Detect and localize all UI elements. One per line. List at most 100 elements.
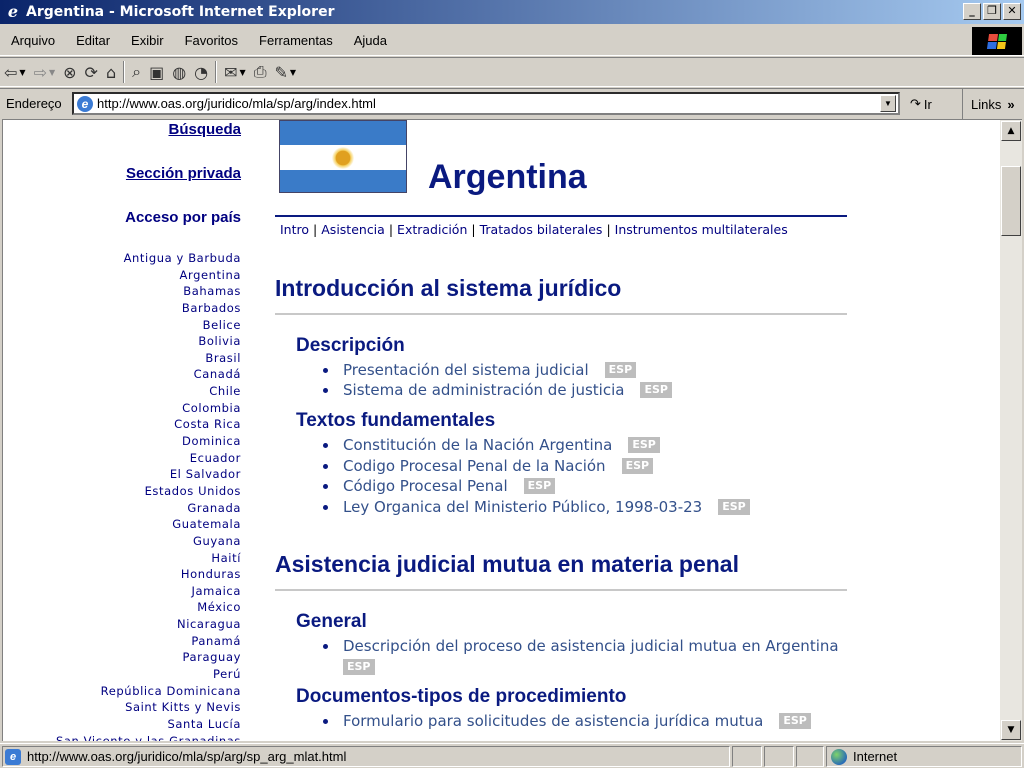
address-url[interactable]: http://www.oas.org/juridico/mla/sp/arg/i… [97,96,376,111]
forward-button[interactable]: ⇨ ▼ [30,60,60,84]
mail-button[interactable]: ✉ ▼ [220,60,250,84]
country-link[interactable]: Ecuador [56,450,241,467]
country-link[interactable]: Chile [56,383,241,400]
country-link[interactable]: Canadá [56,366,241,383]
zone-label: Internet [853,749,898,764]
country-link[interactable]: Guyana [56,533,241,550]
favorites-button[interactable]: ▣ [145,60,168,84]
esp-badge[interactable]: ESP [343,659,375,675]
stop-button[interactable]: ⊗ [59,60,80,84]
country-link[interactable]: Dominica [56,433,241,450]
country-link[interactable]: Belice [56,317,241,334]
go-button[interactable]: ↷ Ir [910,93,932,115]
menu-arquivo[interactable]: Arquivo [0,33,65,48]
esp-badge[interactable]: ESP [779,713,811,729]
print-button[interactable]: ⎙ [250,60,271,84]
minimize-button[interactable]: _ [963,3,981,20]
nav-intro[interactable]: Intro [280,222,309,237]
country-link[interactable]: Bahamas [56,283,241,300]
maximize-button[interactable]: ❐ [983,3,1001,20]
doc-link[interactable]: Descripción del proceso de asistencia ju… [343,637,839,655]
address-dropdown-button[interactable]: ▼ [880,95,896,112]
media-icon: ◍ [172,62,187,82]
country-link[interactable]: Antigua y Barbuda [56,250,241,267]
country-link[interactable]: Haití [56,550,241,567]
doc-link[interactable]: Sistema de administración de justicia [343,381,624,399]
stop-icon: ⊗ [63,62,77,82]
scroll-up-button[interactable]: ▲ [1001,121,1021,141]
argentina-flag [279,120,407,193]
esp-badge[interactable]: ESP [628,437,660,453]
links-label: Links [971,96,1002,112]
country-link[interactable]: Estados Unidos [56,483,241,500]
country-link[interactable]: Jamaica [56,583,241,600]
search-icon: ⌕ [132,62,142,81]
subsection-heading: Descripción [296,335,405,356]
country-link[interactable]: Brasil [56,350,241,367]
country-link[interactable]: Paraguay [56,649,241,666]
esp-badge[interactable]: ESP [604,362,637,378]
country-link[interactable]: Costa Rica [56,416,241,433]
country-link[interactable]: México [56,599,241,616]
doc-link[interactable]: Código Procesal Penal [343,477,508,495]
nav-asistencia[interactable]: Asistencia [321,222,385,237]
title-bar[interactable]: e Argentina - Microsoft Internet Explore… [0,0,1024,24]
country-link[interactable]: Santa Lucía [56,716,241,733]
doc-link[interactable]: Constitución de la Nación Argentina [343,436,612,454]
scroll-down-button[interactable]: ▼ [1001,720,1021,740]
search-link[interactable]: Búsqueda [168,121,241,138]
menu-ajuda[interactable]: Ajuda [343,33,397,48]
country-link[interactable]: Granada [56,500,241,517]
esp-badge[interactable]: ESP [523,478,556,494]
scroll-thumb[interactable] [1001,166,1021,236]
doc-link[interactable]: Codigo Procesal Penal de la Nación [343,457,606,475]
sun-emblem-icon [332,147,354,169]
links-button[interactable]: Links » [962,89,1024,119]
menu-editar[interactable]: Editar [65,33,120,48]
menu-exibir[interactable]: Exibir [120,33,174,48]
home-button[interactable]: ⌂ [102,60,120,84]
doc-link[interactable]: Formulario para solicitudes de asistenci… [343,712,763,730]
country-link[interactable]: Nicaragua [56,616,241,633]
refresh-button[interactable]: ⟳ [81,60,102,84]
menu-ferramentas[interactable]: Ferramentas [248,33,343,48]
country-link[interactable]: Perú [56,666,241,683]
window-title: Argentina - Microsoft Internet Explorer [26,4,335,20]
media-button[interactable]: ◍ [168,60,190,84]
back-button[interactable]: ⇦ ▼ [0,60,30,84]
esp-badge[interactable]: ESP [621,458,654,474]
country-link[interactable]: Bolivia [56,333,241,350]
esp-badge[interactable]: ESP [718,499,750,515]
menu-favoritos[interactable]: Favoritos [174,33,248,48]
country-link[interactable]: San Vicente y las Granadinas [56,733,241,741]
page-content: Búsqueda Sección privada Acceso por país… [2,119,1000,741]
vertical-scrollbar[interactable]: ▲ ▼ [1000,119,1022,741]
edit-button[interactable]: ✎ ▼ [271,60,301,84]
country-link[interactable]: Panamá [56,633,241,650]
address-input[interactable]: e http://www.oas.org/juridico/mla/sp/arg… [72,92,900,115]
close-button[interactable]: ✕ [1003,3,1021,20]
search-button[interactable]: ⌕ [128,60,145,84]
country-link[interactable]: República Dominicana [56,683,241,700]
doc-link[interactable]: Ley Organica del Ministerio Público, 199… [343,498,702,516]
country-link[interactable]: Argentina [56,267,241,284]
country-link[interactable]: Guatemala [56,516,241,533]
country-link[interactable]: Honduras [56,566,241,583]
country-link[interactable]: Colombia [56,400,241,417]
country-link[interactable]: Saint Kitts y Nevis [56,699,241,716]
status-url: http://www.oas.org/juridico/mla/sp/arg/s… [27,749,347,764]
doc-link[interactable]: Presentación del sistema judicial [343,361,589,379]
divider [275,589,847,591]
toolbar: ⇦ ▼ ⇨ ▼ ⊗ ⟳ ⌂ ⌕ ▣ ◍ ◔ ✉ ▼ ⎙ ✎ ▼ [0,57,1024,87]
private-section-link[interactable]: Sección privada [126,165,241,182]
country-link[interactable]: El Salvador [56,466,241,483]
esp-badge[interactable]: ESP [640,382,672,398]
nav-tratados[interactable]: Tratados bilaterales [480,222,603,237]
nav-extradicion[interactable]: Extradición [397,222,467,237]
country-link[interactable]: Barbados [56,300,241,317]
subsection-heading: Textos fundamentales [296,410,496,431]
go-arrow-icon: ↷ [910,96,921,111]
nav-instrumentos[interactable]: Instrumentos multilaterales [615,222,788,237]
history-button[interactable]: ◔ [190,60,212,84]
list-item: Constitución de la Nación Argentina ESP [323,436,660,454]
